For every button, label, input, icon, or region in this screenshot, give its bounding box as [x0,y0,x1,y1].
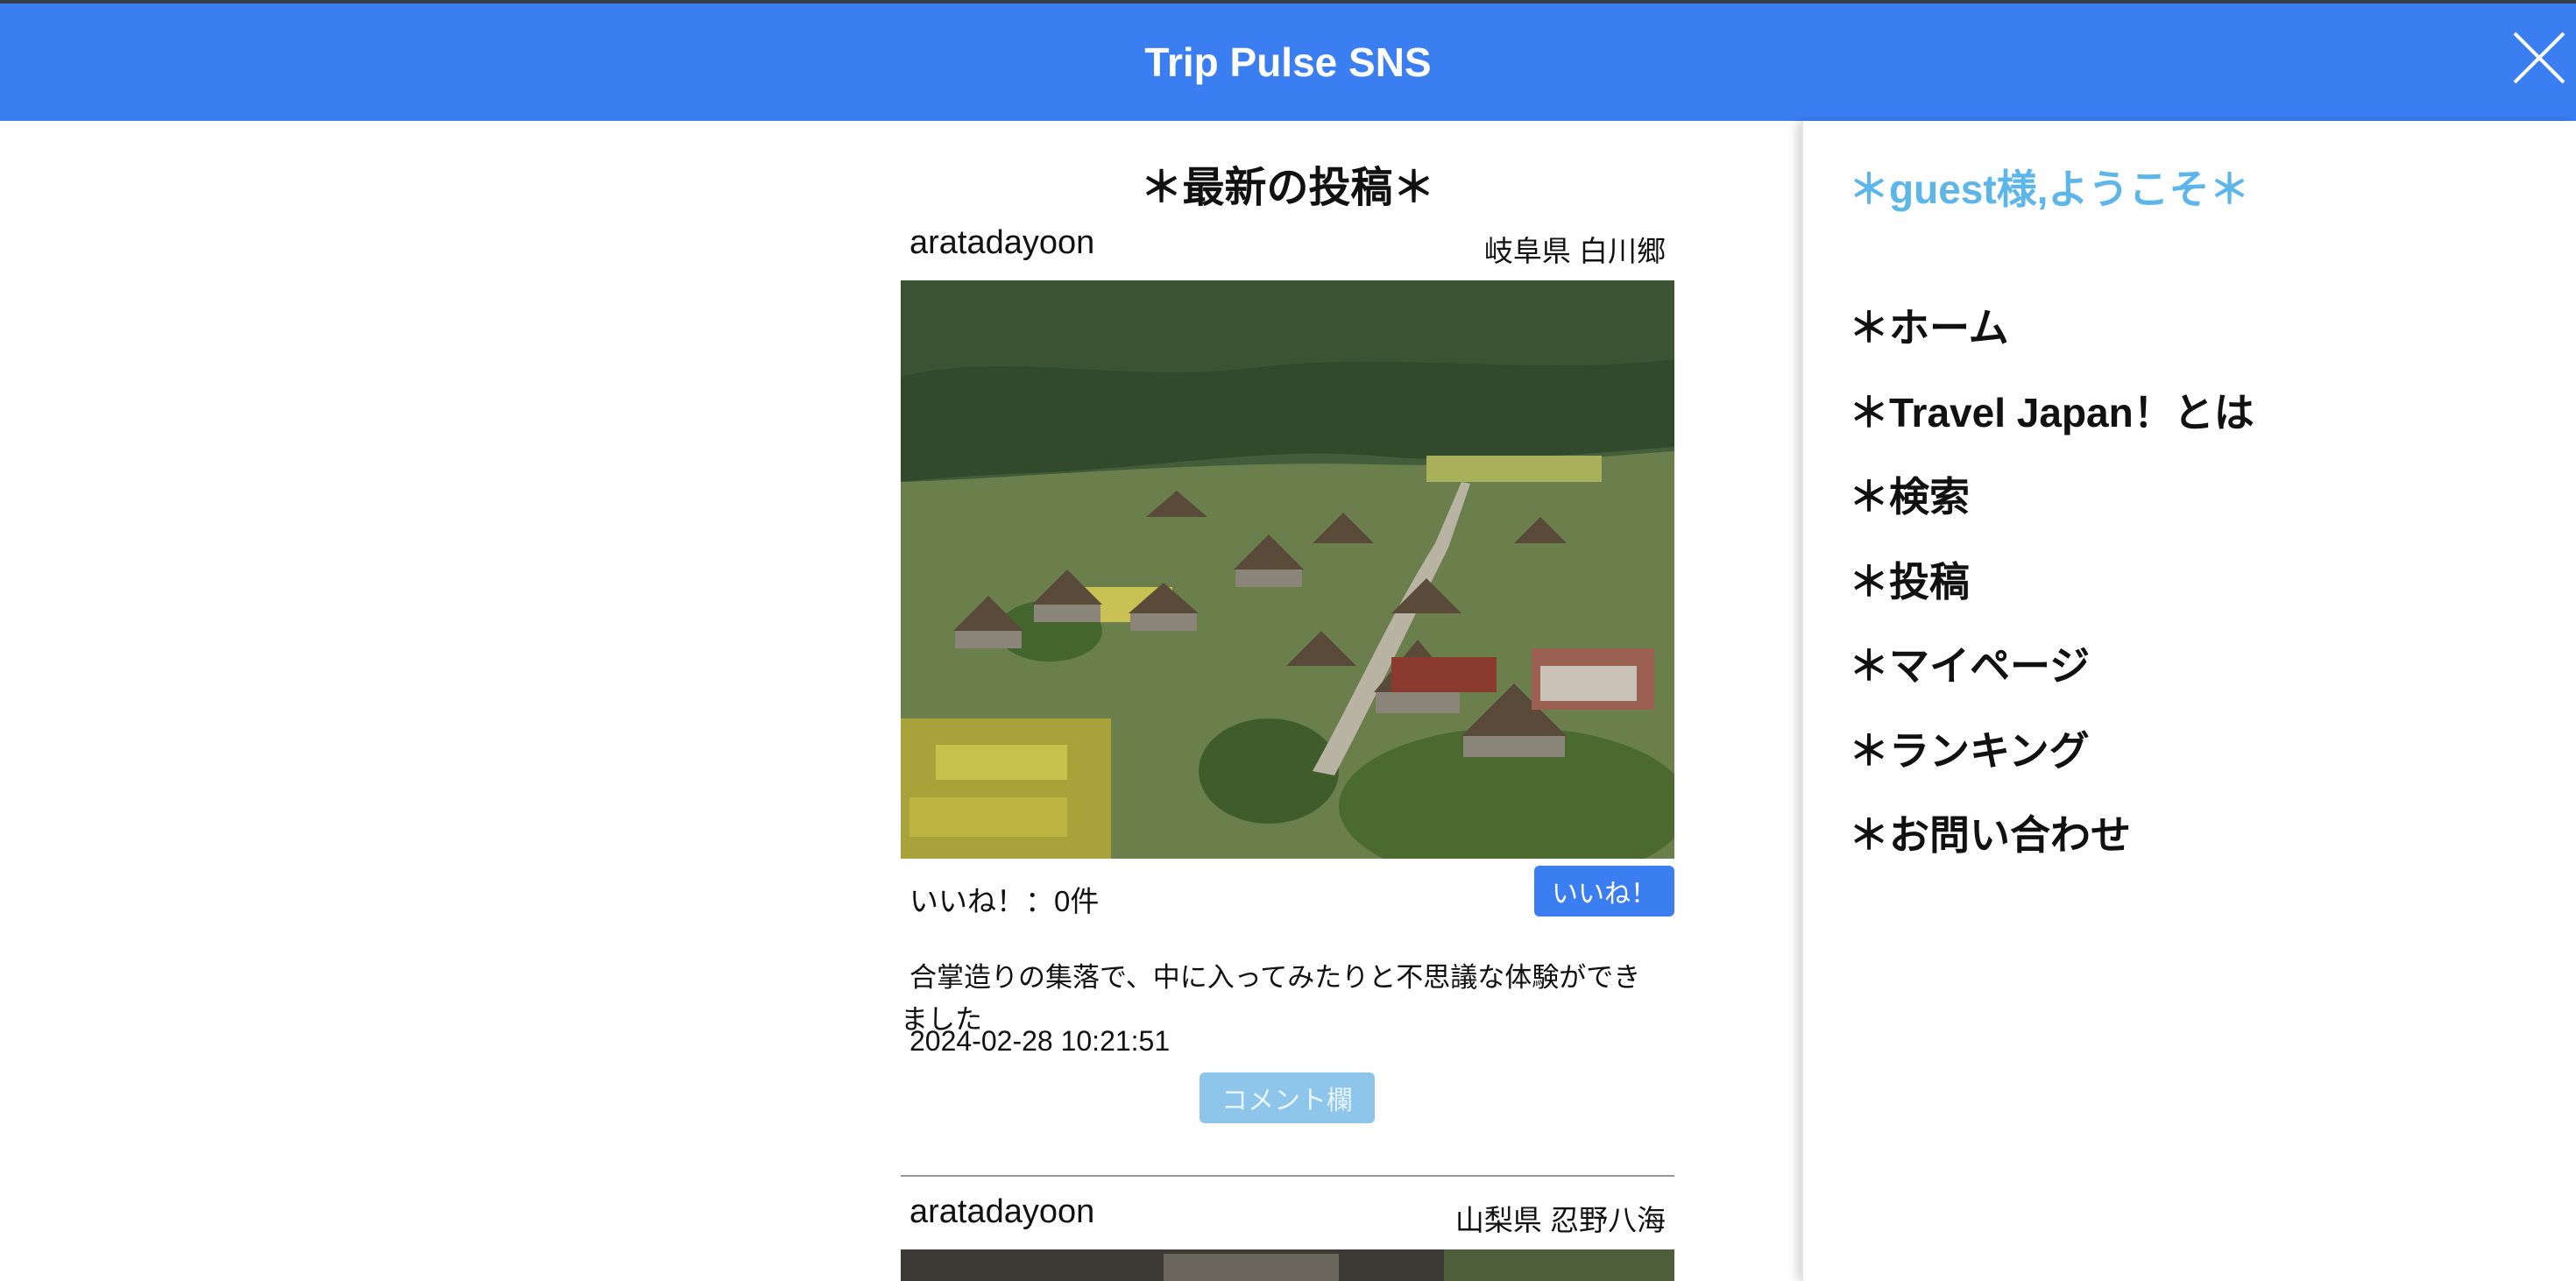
post-timestamp: 2024-02-28 10:21:51 [909,1025,1171,1057]
post-location: 岐阜県 白川郷 [1483,235,1666,267]
side-menu: ＊guest様,ようこそ＊ ＊ホーム ＊Travel Japan！とは ＊検索 … [1801,121,2576,1281]
menu-item-contact[interactable]: ＊お問い合わせ [1849,803,2254,888]
nav-menu: ＊ホーム ＊Travel Japan！とは ＊検索 ＊投稿 ＊マイページ ＊ラン… [1849,296,2254,888]
likes-count: いいね！：0件 [909,885,1100,917]
menu-item-about[interactable]: ＊Travel Japan！とは [1849,381,2254,466]
menu-item-post[interactable]: ＊投稿 [1849,550,2254,635]
post-feed: ＊最新の投稿＊ aratadayoon 岐阜県 白川郷 いいね！：0件 いいね！… [901,121,1674,1281]
menu-item-search[interactable]: ＊検索 [1849,465,2254,550]
menu-item-ranking[interactable]: ＊ランキング [1849,719,2254,804]
post-username[interactable]: aratadayoon [909,1193,1094,1231]
like-button[interactable]: いいね！ [1534,866,1674,917]
post-photo [901,280,1674,859]
menu-item-home[interactable]: ＊ホーム [1849,296,2254,381]
feed-heading: ＊最新の投稿＊ [1140,165,1435,211]
app-header: Trip Pulse SNS [0,4,2576,121]
welcome-message: ＊guest様,ようこそ＊ [1849,166,2250,212]
post-location: 山梨県 忍野八海 [1454,1204,1666,1236]
post-divider [901,1175,1674,1177]
post-username[interactable]: aratadayoon [909,224,1094,262]
app-title: Trip Pulse SNS [1144,39,1432,85]
close-icon[interactable] [2508,26,2571,89]
comment-button[interactable]: コメント欄 [1200,1072,1375,1123]
post-photo [901,1249,1674,1281]
menu-item-mypage[interactable]: ＊マイページ [1849,634,2254,719]
